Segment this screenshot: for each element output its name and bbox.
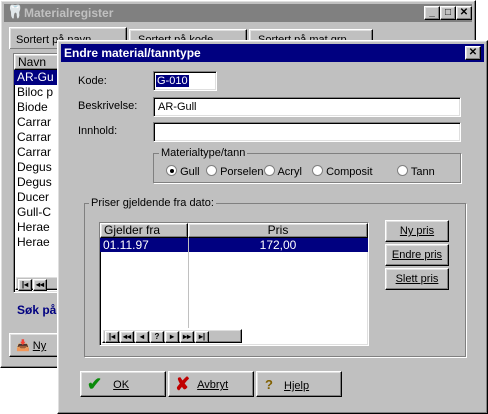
dialog-title: Endre material/tanntype [64,46,201,60]
col-pris[interactable]: Pris [188,223,368,238]
radio-tann-label: Tann [410,166,435,178]
materialregister-title: Materialregister [24,6,114,20]
first-record-icon[interactable]: |◂ [105,331,119,343]
radio-tann[interactable]: Tann [397,165,435,178]
help-question-icon: ? [265,377,273,392]
hjelp-label: Hjelp [284,380,310,392]
radio-gull-label: Gull [180,166,200,178]
new-record-icon: 📥 [16,340,30,352]
last-record-icon[interactable]: ▸| [195,331,209,343]
col-pris-label: Pris [267,223,289,237]
dialog-titlebar[interactable]: Endre material/tanntype ✕ [61,44,484,62]
priser-table-header: Gjelder fra Pris [100,223,368,238]
radio-composit[interactable]: Composit [312,165,373,178]
endre-material-dialog: Endre material/tanntype ✕ Kode: G-010 Be… [57,40,488,414]
radio-acryl[interactable]: Acryl [264,165,302,178]
materialtype-group: Materialtype/tann Gull Porselen Acryl Co… [153,147,461,183]
next-record-icon[interactable]: ▸ [165,331,179,343]
help-icon[interactable]: ? [150,331,164,343]
col-gjelder-fra[interactable]: Gjelder fra [100,223,188,238]
first-record-icon[interactable]: |◂ [18,279,32,291]
prev-record-icon[interactable]: ◂ [135,331,149,343]
avbryt-button[interactable]: ✘ Avbryt [168,371,254,397]
beskrivelse-value: AR-Gull [158,101,197,113]
radio-porselen-label: Porselen [220,166,264,178]
ny-label: Ny [32,340,47,352]
ok-label: OK [113,379,130,391]
endre-pris-button[interactable]: Endre pris [385,244,449,266]
slett-pris-button[interactable]: Slett pris [385,268,449,290]
ny-pris-label: Ny pris [399,225,435,237]
dialog-close-button[interactable]: ✕ [465,46,481,60]
beskrivelse-field[interactable]: AR-Gull [153,97,461,117]
radio-acryl-label: Acryl [277,166,302,178]
endre-pris-label: Endre pris [391,249,443,261]
radio-acryl-button[interactable] [264,165,275,176]
minimize-button[interactable]: _ [424,6,440,20]
ok-button[interactable]: ✔ OK [80,371,166,397]
cell-gjelder-fra: 01.11.97 [103,238,149,252]
radio-gull[interactable]: Gull [166,165,200,178]
beskrivelse-label: Beskrivelse: [78,100,138,112]
kode-value: G-010 [156,75,189,87]
hjelp-button[interactable]: ? Hjelp [256,371,342,397]
search-label: Søk på [17,303,57,317]
cell-pris: 172,00 [259,238,297,252]
kode-label: Kode: [78,75,107,87]
maximize-button[interactable]: □ [440,6,456,20]
priser-table[interactable]: Gjelder fra Pris 01.11.97 172,00 |◂ ◂◂ ◂? ▸… [99,222,369,346]
prev-page-icon[interactable]: ◂◂ [33,279,47,291]
materialregister-titlebar[interactable]: 🦷 Materialregister _ □ ✕ [4,4,472,22]
radio-tann-button[interactable] [397,165,408,176]
slett-pris-label: Slett pris [395,273,439,285]
priser-legend: Priser gjeldende fra dato: [89,197,216,209]
prev-page-icon[interactable]: ◂◂ [120,331,134,343]
radio-gull-button[interactable] [166,165,177,176]
avbryt-label: Avbryt [197,379,229,391]
ny-pris-button[interactable]: Ny pris [385,220,449,242]
table-nav: |◂ ◂◂ ◂? ▸ ▸▸ ▸| [102,329,242,343]
checkmark-icon: ✔ [87,374,103,394]
radio-composit-label: Composit [326,166,373,178]
table-column-divider [188,238,189,328]
innhold-label: Innhold: [78,125,118,137]
radio-porselen-button[interactable] [206,165,217,176]
innhold-field[interactable] [153,122,461,142]
app-icon: 🦷 [7,4,24,19]
materialtype-legend: Materialtype/tann [159,147,248,159]
close-button[interactable]: ✕ [456,6,472,20]
radio-composit-button[interactable] [312,165,323,176]
table-row[interactable]: 01.11.97 172,00 [100,238,368,252]
kode-field[interactable]: G-010 [153,71,217,91]
cancel-x-icon: ✘ [175,374,191,394]
radio-porselen[interactable]: Porselen [206,165,263,178]
priser-group: Priser gjeldende fra dato: Gjelder fra P… [84,197,466,357]
list-header-label: Navn [18,55,47,69]
next-page-icon[interactable]: ▸▸ [180,331,194,343]
col-gjelder-fra-label: Gjelder fra [104,223,161,237]
